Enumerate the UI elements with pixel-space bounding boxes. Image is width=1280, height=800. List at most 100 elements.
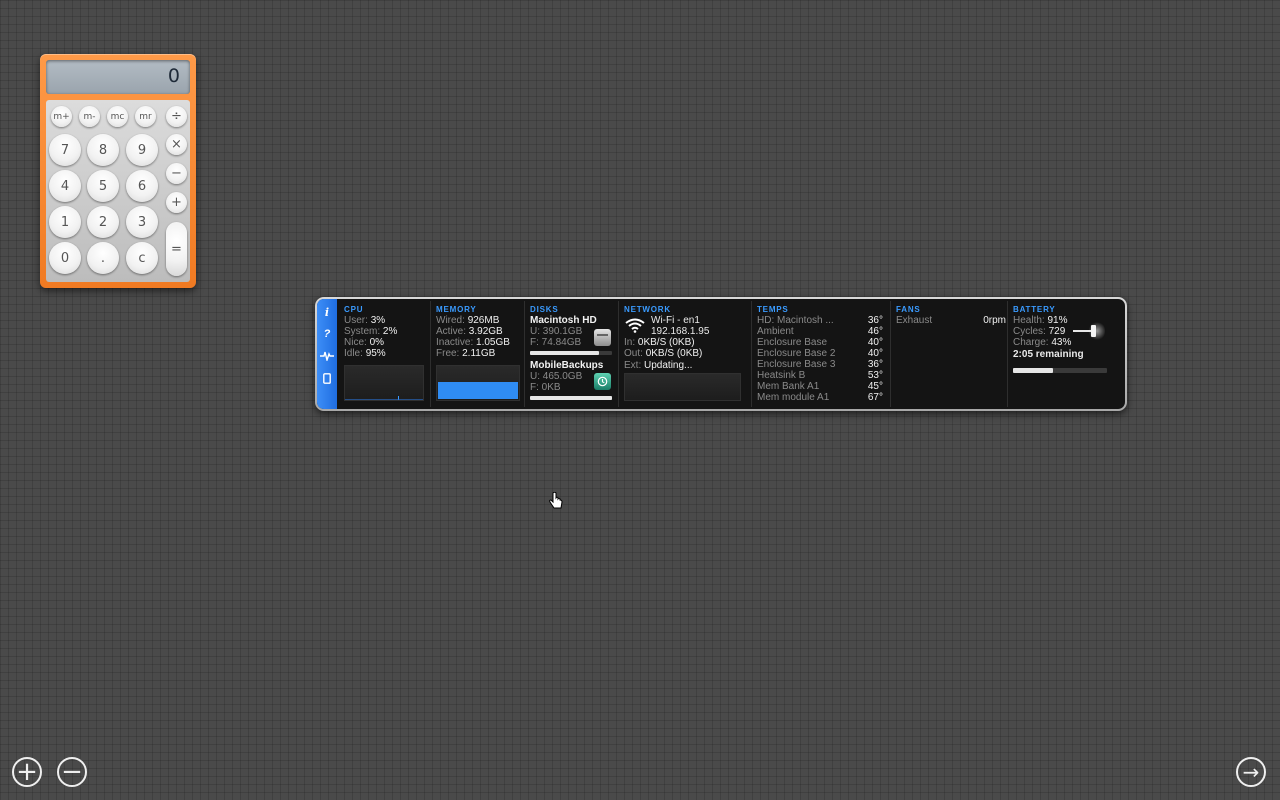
disk-free: F: 0KB bbox=[530, 382, 561, 393]
memory-add-button[interactable]: m+ bbox=[51, 106, 72, 127]
battery-charge-fill bbox=[1013, 368, 1054, 373]
digit-8-button[interactable]: 8 bbox=[87, 134, 119, 166]
istat-widget: i ? CPU User: 3% System: 2% Nice: 0% Idl… bbox=[315, 297, 1127, 411]
network-graph bbox=[624, 373, 741, 401]
battery-remaining: 2:05 remaining bbox=[1013, 349, 1084, 360]
network-ext-value: Updating... bbox=[644, 360, 693, 371]
wifi-icon bbox=[624, 317, 646, 338]
digit-4-button[interactable]: 4 bbox=[49, 170, 81, 202]
memory-recall-button[interactable]: mr bbox=[135, 106, 156, 127]
power-plug-icon bbox=[1073, 319, 1105, 343]
network-out-label: Out: bbox=[624, 348, 643, 359]
digit-5-button[interactable]: 5 bbox=[87, 170, 119, 202]
fan-label: Exhaust bbox=[896, 315, 933, 326]
battery-cycles-row: Cycles: 729 bbox=[1013, 326, 1065, 337]
network-in-label: In: bbox=[624, 337, 636, 348]
battery-cycles-label: Cycles: bbox=[1013, 326, 1046, 337]
network-title: NETWORK bbox=[624, 305, 671, 314]
mouse-cursor-icon bbox=[548, 491, 564, 515]
network-in-value: 0KB/S (0KB) bbox=[637, 337, 695, 348]
digit-9-button[interactable]: 9 bbox=[126, 134, 158, 166]
temp-sensor-value: 36° bbox=[867, 359, 883, 370]
temp-sensor-value: 45° bbox=[867, 381, 883, 392]
memory-title: MEMORY bbox=[436, 305, 477, 314]
help-icon[interactable]: ? bbox=[317, 323, 337, 345]
disk-usage-bar bbox=[530, 396, 612, 400]
digit-3-button[interactable]: 3 bbox=[126, 206, 158, 238]
divide-button[interactable]: ÷ bbox=[166, 106, 187, 127]
temps-title: TEMPS bbox=[757, 305, 789, 314]
battery-title: BATTERY bbox=[1013, 305, 1056, 314]
temp-sensor-value: 67° bbox=[867, 392, 883, 403]
temp-sensor-label: Mem Bank A1 bbox=[757, 381, 820, 392]
memory-subtract-button[interactable]: m- bbox=[79, 106, 100, 127]
calculator-keypad: m+ m- mc mr ÷ 7 8 9 × 4 5 6 − 1 2 3 + 0 … bbox=[46, 100, 190, 282]
battery-charge-row: Charge: 43% bbox=[1013, 337, 1071, 348]
battery-section: BATTERY Health: 91% Cycles: 729 Charge: … bbox=[1013, 299, 1123, 409]
time-machine-icon bbox=[594, 373, 611, 390]
disk-name: MobileBackups bbox=[530, 360, 604, 371]
memory-active-value: 3.92GB bbox=[468, 326, 503, 337]
divider bbox=[618, 301, 619, 407]
network-ext-row: Ext: Updating... bbox=[624, 360, 692, 371]
digit-1-button[interactable]: 1 bbox=[49, 206, 81, 238]
temp-sensor-value: 53° bbox=[867, 370, 883, 381]
info-icon[interactable]: i bbox=[317, 301, 337, 323]
temp-sensor-value: 46° bbox=[867, 326, 883, 337]
cpu-nice-value: 0% bbox=[369, 337, 385, 348]
network-out-row: Out: 0KB/S (0KB) bbox=[624, 348, 702, 359]
clear-button[interactable]: c bbox=[126, 242, 158, 274]
calculator-display-value: 0 bbox=[167, 65, 180, 87]
digit-6-button[interactable]: 6 bbox=[126, 170, 158, 202]
minus-button[interactable]: − bbox=[166, 163, 187, 184]
memory-free-row: Free: 2.11GB bbox=[436, 348, 495, 359]
divider bbox=[524, 301, 525, 407]
calculator-widget: 0 m+ m- mc mr ÷ 7 8 9 × 4 5 6 − 1 2 3 + … bbox=[40, 54, 196, 288]
digit-2-button[interactable]: 2 bbox=[87, 206, 119, 238]
temp-sensor-value: 40° bbox=[867, 337, 883, 348]
memory-active-row: Active: 3.92GB bbox=[436, 326, 503, 337]
memory-free-value: 2.11GB bbox=[462, 348, 496, 359]
cpu-idle-label: Idle: bbox=[344, 348, 363, 359]
cpu-user-row: User: 3% bbox=[344, 315, 385, 326]
add-widget-button[interactable]: + bbox=[12, 757, 42, 787]
cpu-system-label: System: bbox=[344, 326, 381, 337]
temp-sensor-value: 36° bbox=[867, 315, 883, 326]
temp-sensor-label: Enclosure Base bbox=[757, 337, 828, 348]
activity-pulse-icon[interactable] bbox=[317, 345, 337, 367]
fan-speed: 0rpm bbox=[983, 315, 1006, 326]
disk-used: U: 465.0GB bbox=[530, 371, 583, 382]
battery-charge-bar bbox=[1013, 368, 1107, 373]
temp-sensor-label: Mem module A1 bbox=[757, 392, 830, 403]
network-out-value: 0KB/S (0KB) bbox=[645, 348, 703, 359]
battery-health-row: Health: 91% bbox=[1013, 315, 1067, 326]
memory-clear-button[interactable]: mc bbox=[107, 106, 128, 127]
equals-button[interactable]: = bbox=[166, 222, 187, 276]
istat-sidebar: i ? bbox=[317, 299, 337, 409]
disk-free: F: 74.84GB bbox=[530, 337, 582, 348]
battery-health-label: Health: bbox=[1013, 315, 1045, 326]
battery-cycles-value: 729 bbox=[1048, 326, 1066, 337]
remove-widget-button[interactable]: − bbox=[57, 757, 87, 787]
device-icon[interactable] bbox=[317, 367, 337, 389]
decimal-button[interactable]: . bbox=[87, 242, 119, 274]
memory-inactive-row: Inactive: 1.05GB bbox=[436, 337, 510, 348]
temp-sensor-label: Ambient bbox=[757, 326, 794, 337]
digit-0-button[interactable]: 0 bbox=[49, 242, 81, 274]
memory-inactive-label: Inactive: bbox=[436, 337, 474, 348]
memory-inactive-value: 1.05GB bbox=[476, 337, 510, 348]
temp-sensor-label: Enclosure Base 2 bbox=[757, 348, 836, 359]
digit-7-button[interactable]: 7 bbox=[49, 134, 81, 166]
network-ip: 192.168.1.95 bbox=[651, 326, 710, 337]
cpu-title: CPU bbox=[344, 305, 364, 314]
multiply-button[interactable]: × bbox=[166, 134, 187, 155]
next-space-button[interactable]: → bbox=[1236, 757, 1266, 787]
cpu-nice-label: Nice: bbox=[344, 337, 367, 348]
cpu-user-label: User: bbox=[344, 315, 368, 326]
disk-usage-bar bbox=[530, 351, 612, 355]
divider bbox=[890, 301, 891, 407]
memory-free-label: Free: bbox=[436, 348, 460, 359]
istat-panel: i ? CPU User: 3% System: 2% Nice: 0% Idl… bbox=[317, 299, 1125, 409]
plus-button[interactable]: + bbox=[166, 192, 187, 213]
memory-section: MEMORY Wired: 926MB Active: 3.92GB Inact… bbox=[436, 299, 522, 409]
